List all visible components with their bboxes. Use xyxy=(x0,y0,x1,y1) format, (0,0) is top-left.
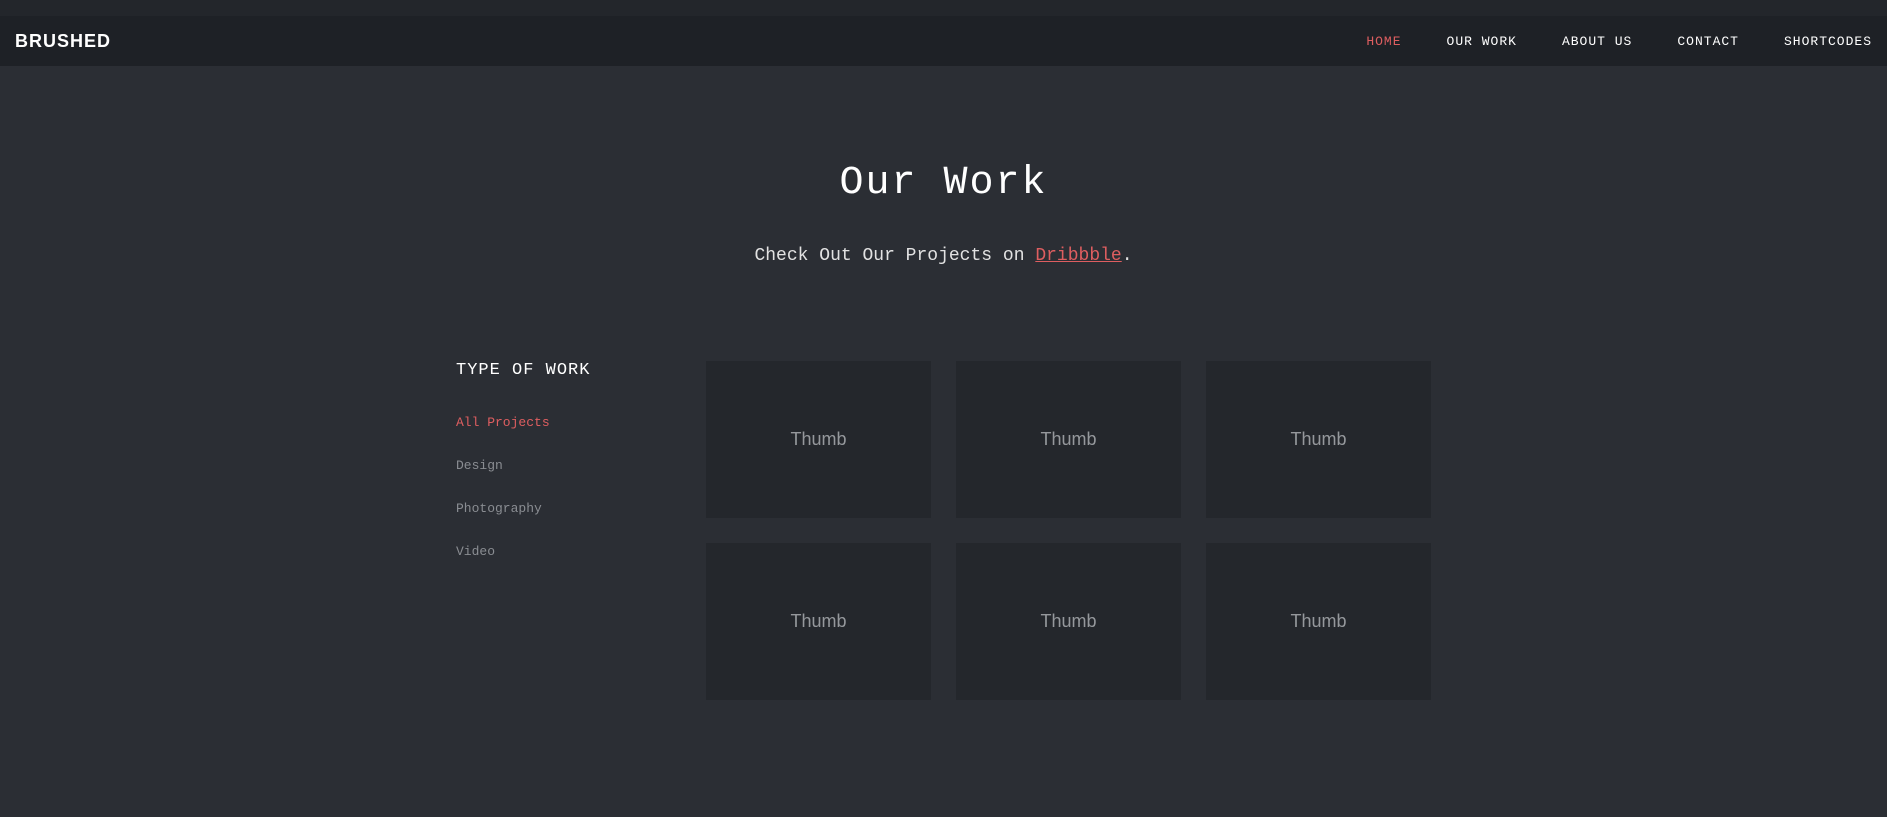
portfolio-thumb[interactable]: Thumb xyxy=(706,361,931,518)
nav-item-shortcodes[interactable]: SHORTCODES xyxy=(1784,34,1872,49)
portfolio-thumb[interactable]: Thumb xyxy=(1206,543,1431,700)
portfolio-thumb[interactable]: Thumb xyxy=(706,543,931,700)
portfolio-grid: Thumb Thumb Thumb Thumb Thumb Thumb xyxy=(706,361,1431,700)
filters-sidebar: TYPE OF WORK All Projects Design Photogr… xyxy=(456,361,681,700)
logo[interactable]: BRUSHED xyxy=(15,31,111,52)
nav-item-contact[interactable]: CONTACT xyxy=(1677,34,1739,49)
nav-item-our-work[interactable]: OUR WORK xyxy=(1447,34,1517,49)
nav-item-home[interactable]: HOME xyxy=(1366,34,1401,49)
section-title: Our Work xyxy=(0,161,1887,206)
filter-video[interactable]: Video xyxy=(456,544,681,559)
work-section: TYPE OF WORK All Projects Design Photogr… xyxy=(0,361,1887,700)
filter-design[interactable]: Design xyxy=(456,458,681,473)
filter-photography[interactable]: Photography xyxy=(456,501,681,516)
dribbble-link[interactable]: Dribbble xyxy=(1035,246,1121,266)
portfolio-thumb[interactable]: Thumb xyxy=(956,361,1181,518)
top-bar xyxy=(0,0,1887,16)
subtitle-suffix: . xyxy=(1122,246,1133,266)
filters-title: TYPE OF WORK xyxy=(456,361,681,380)
portfolio-thumb[interactable]: Thumb xyxy=(1206,361,1431,518)
main-nav: HOME OUR WORK ABOUT US CONTACT SHORTCODE… xyxy=(1366,34,1872,49)
nav-item-about-us[interactable]: ABOUT US xyxy=(1562,34,1632,49)
main-content: Our Work Check Out Our Projects on Dribb… xyxy=(0,66,1887,700)
portfolio-thumb[interactable]: Thumb xyxy=(956,543,1181,700)
header: BRUSHED HOME OUR WORK ABOUT US CONTACT S… xyxy=(0,16,1887,66)
subtitle-prefix: Check Out Our Projects on xyxy=(754,246,1035,266)
filter-all-projects[interactable]: All Projects xyxy=(456,415,681,430)
section-subtitle: Check Out Our Projects on Dribbble. xyxy=(0,246,1887,266)
